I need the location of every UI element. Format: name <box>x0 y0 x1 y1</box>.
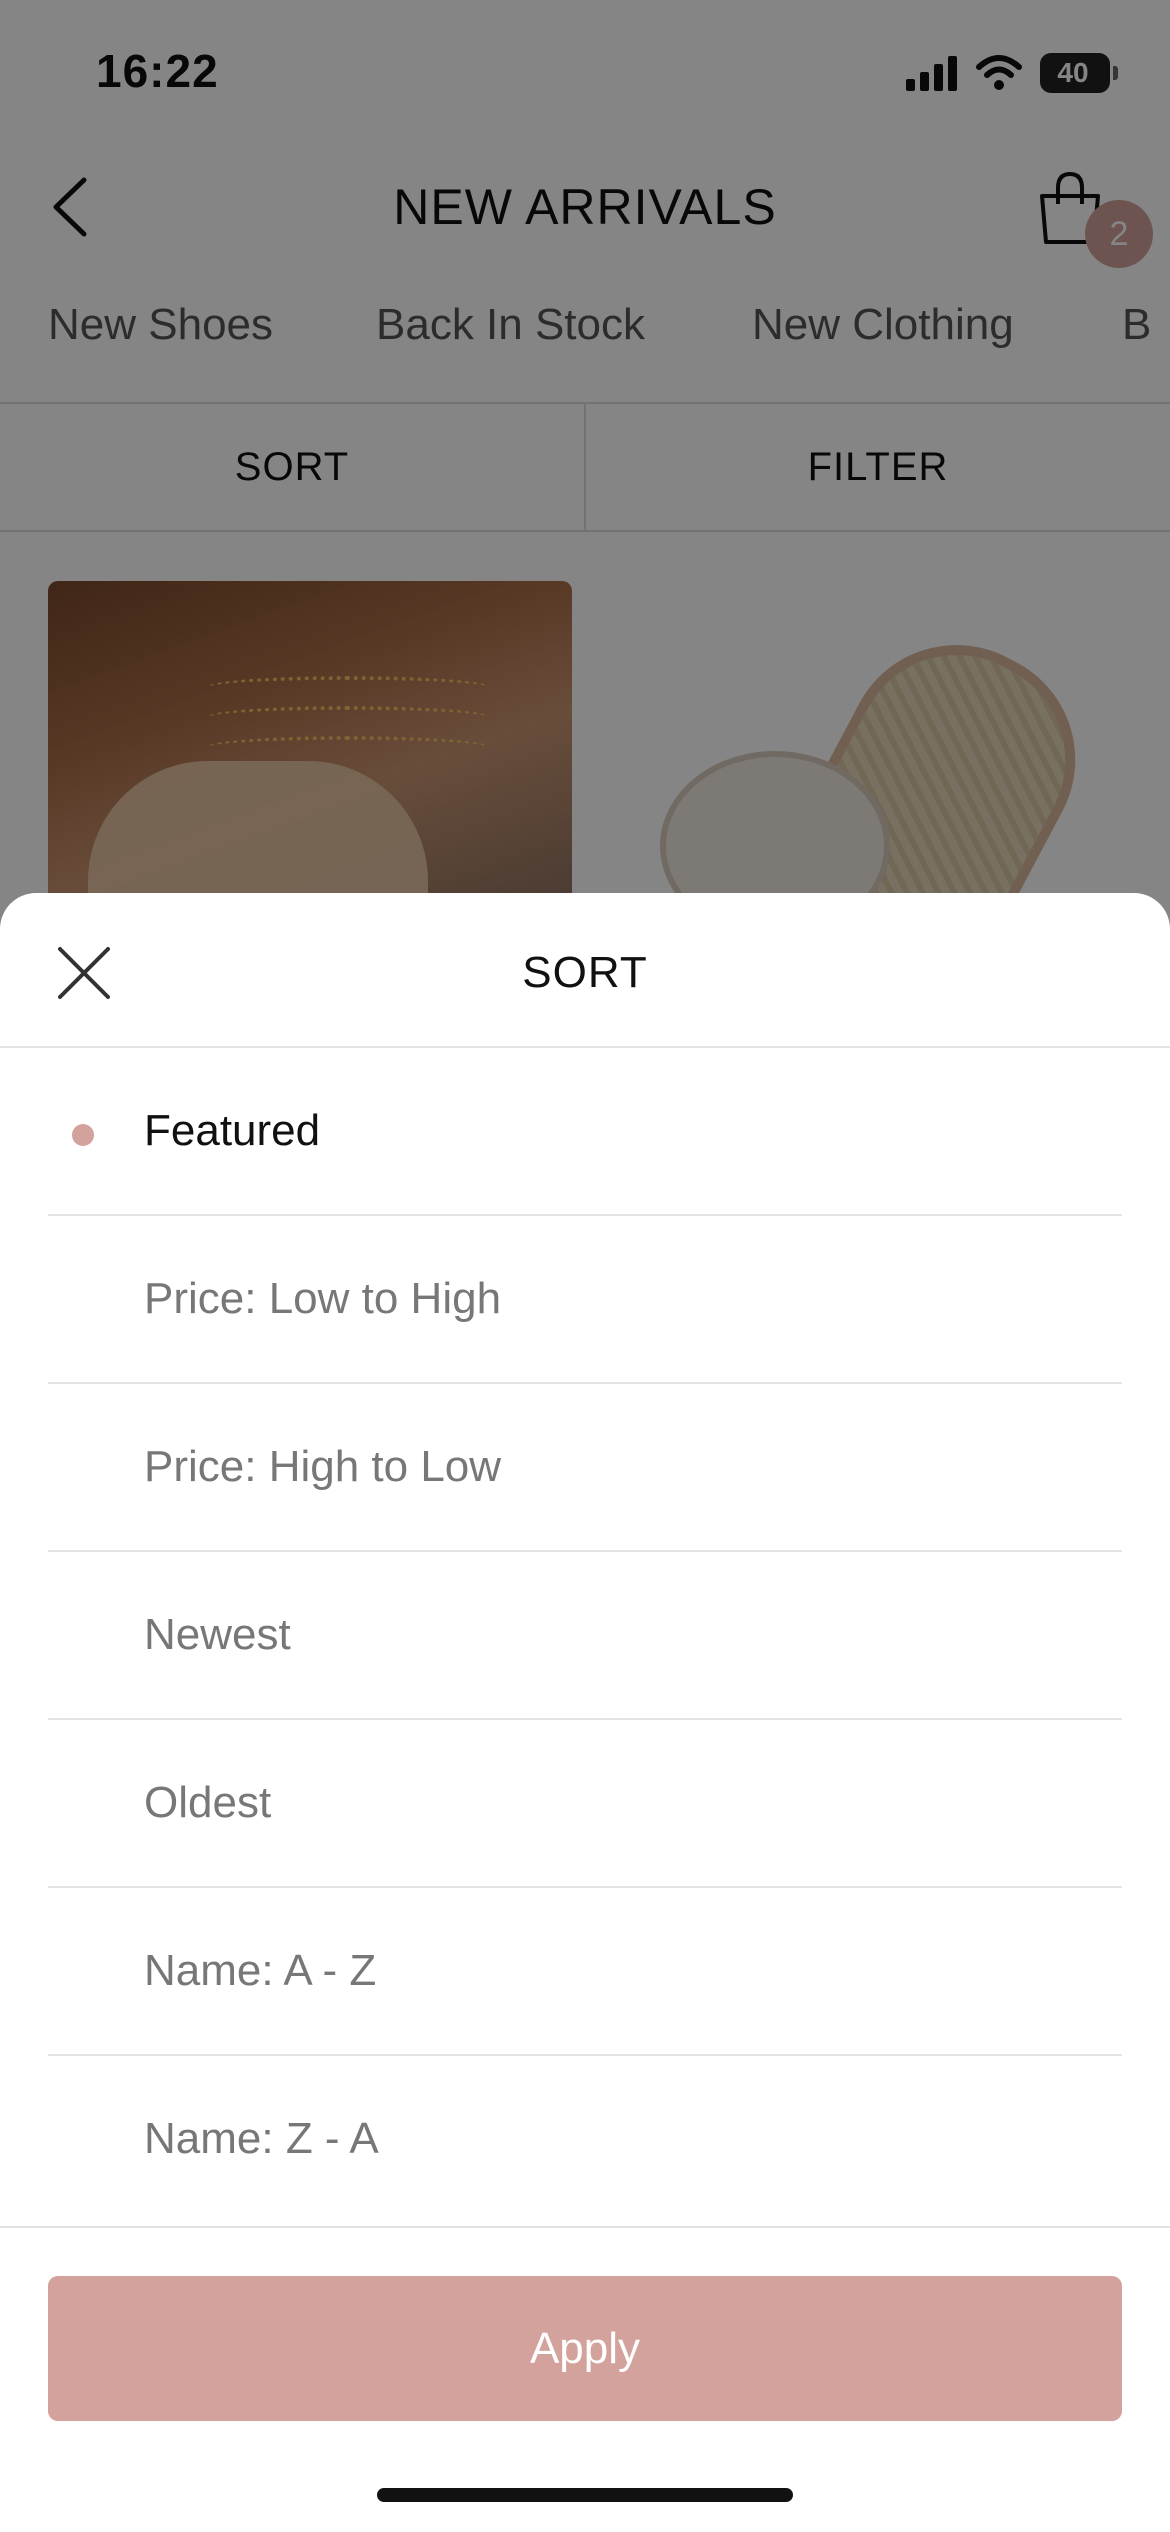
sort-option-price-high-low[interactable]: Price: High to Low <box>48 1384 1122 1552</box>
sheet-title: SORT <box>522 948 648 997</box>
apply-button[interactable]: Apply <box>48 2276 1122 2421</box>
sort-option-oldest[interactable]: Oldest <box>48 1720 1122 1888</box>
sort-option-list: Featured Price: Low to High Price: High … <box>48 1048 1122 2224</box>
option-label: Price: Low to High <box>144 1274 502 1323</box>
option-label: Featured <box>144 1106 321 1155</box>
sort-option-name-z-a[interactable]: Name: Z - A <box>48 2056 1122 2224</box>
sort-option-newest[interactable]: Newest <box>48 1552 1122 1720</box>
sort-option-name-a-z[interactable]: Name: A - Z <box>48 1888 1122 2056</box>
option-label: Name: A - Z <box>144 1946 377 1995</box>
option-label: Oldest <box>144 1778 272 1827</box>
sheet-header: SORT <box>0 893 1170 1048</box>
screen: 16:22 40 NEW ARRIVALS 2 New Shoes Back I… <box>0 0 1170 2532</box>
option-label: Newest <box>144 1610 291 1659</box>
option-label: Name: Z - A <box>144 2114 379 2163</box>
option-label: Price: High to Low <box>144 1442 502 1491</box>
sort-sheet: SORT Featured Price: Low to High Price: … <box>0 893 1170 2532</box>
footer-divider <box>0 2226 1170 2228</box>
sort-option-price-low-high[interactable]: Price: Low to High <box>48 1216 1122 1384</box>
sort-option-featured[interactable]: Featured <box>48 1048 1122 1216</box>
selected-dot-icon <box>72 1124 94 1146</box>
home-indicator[interactable] <box>377 2488 793 2502</box>
